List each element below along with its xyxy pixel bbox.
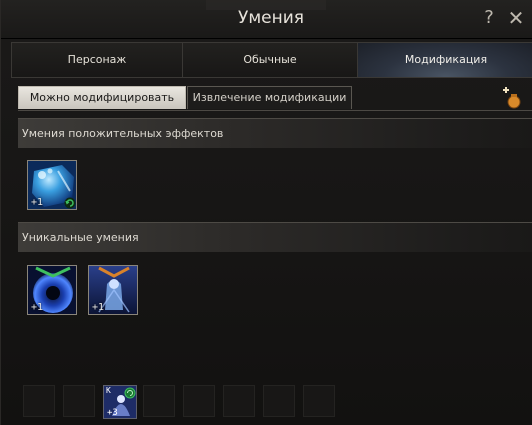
title-bar[interactable]: Умения ? ✕: [1, 0, 532, 39]
hotbar-slot[interactable]: [143, 385, 175, 417]
hotbar-slot[interactable]: [303, 385, 335, 417]
subtab-extract-modification[interactable]: Извлечение модификации: [187, 86, 352, 109]
help-button[interactable]: ?: [479, 7, 499, 29]
hotbar-slot[interactable]: [223, 385, 255, 417]
section-header-buff-skills: Умения положительных эффектов: [18, 118, 532, 148]
skill-slot-buff[interactable]: +1: [27, 160, 77, 210]
skills-window: Умения ? ✕ Персонаж Обычные Модификация …: [0, 0, 532, 425]
hotbar-slot[interactable]: [183, 385, 215, 417]
hotbar-slot[interactable]: [63, 385, 95, 417]
tab-modification[interactable]: Модификация: [358, 43, 532, 77]
tab-character[interactable]: Персонаж: [12, 43, 183, 77]
hotbar-skill-slot[interactable]: K +3: [103, 385, 137, 419]
refresh-badge-icon: [64, 197, 76, 209]
main-tabs: Персонаж Обычные Модификация: [11, 42, 532, 78]
skill-slot-unique-2[interactable]: +1: [88, 265, 138, 315]
hotbar-slot[interactable]: [23, 385, 55, 417]
window-title: Умения: [237, 8, 305, 28]
subtabs-divider: [18, 110, 532, 111]
plus-bag-icon[interactable]: [500, 87, 524, 109]
section-header-unique-skills: Уникальные умения: [18, 222, 532, 252]
skill-level: +1: [31, 302, 44, 313]
skill-slot-unique-1[interactable]: +1: [27, 265, 77, 315]
hotbar-slot[interactable]: [263, 385, 295, 417]
close-button[interactable]: ✕: [506, 7, 526, 29]
subtab-can-modify[interactable]: Можно модифицировать: [18, 86, 186, 109]
skill-level: +1: [31, 197, 44, 208]
hotkey-label: K: [106, 386, 111, 395]
hotbar-count: +3: [107, 408, 118, 418]
tab-common[interactable]: Обычные: [183, 43, 358, 77]
skill-level: +1: [92, 302, 105, 313]
